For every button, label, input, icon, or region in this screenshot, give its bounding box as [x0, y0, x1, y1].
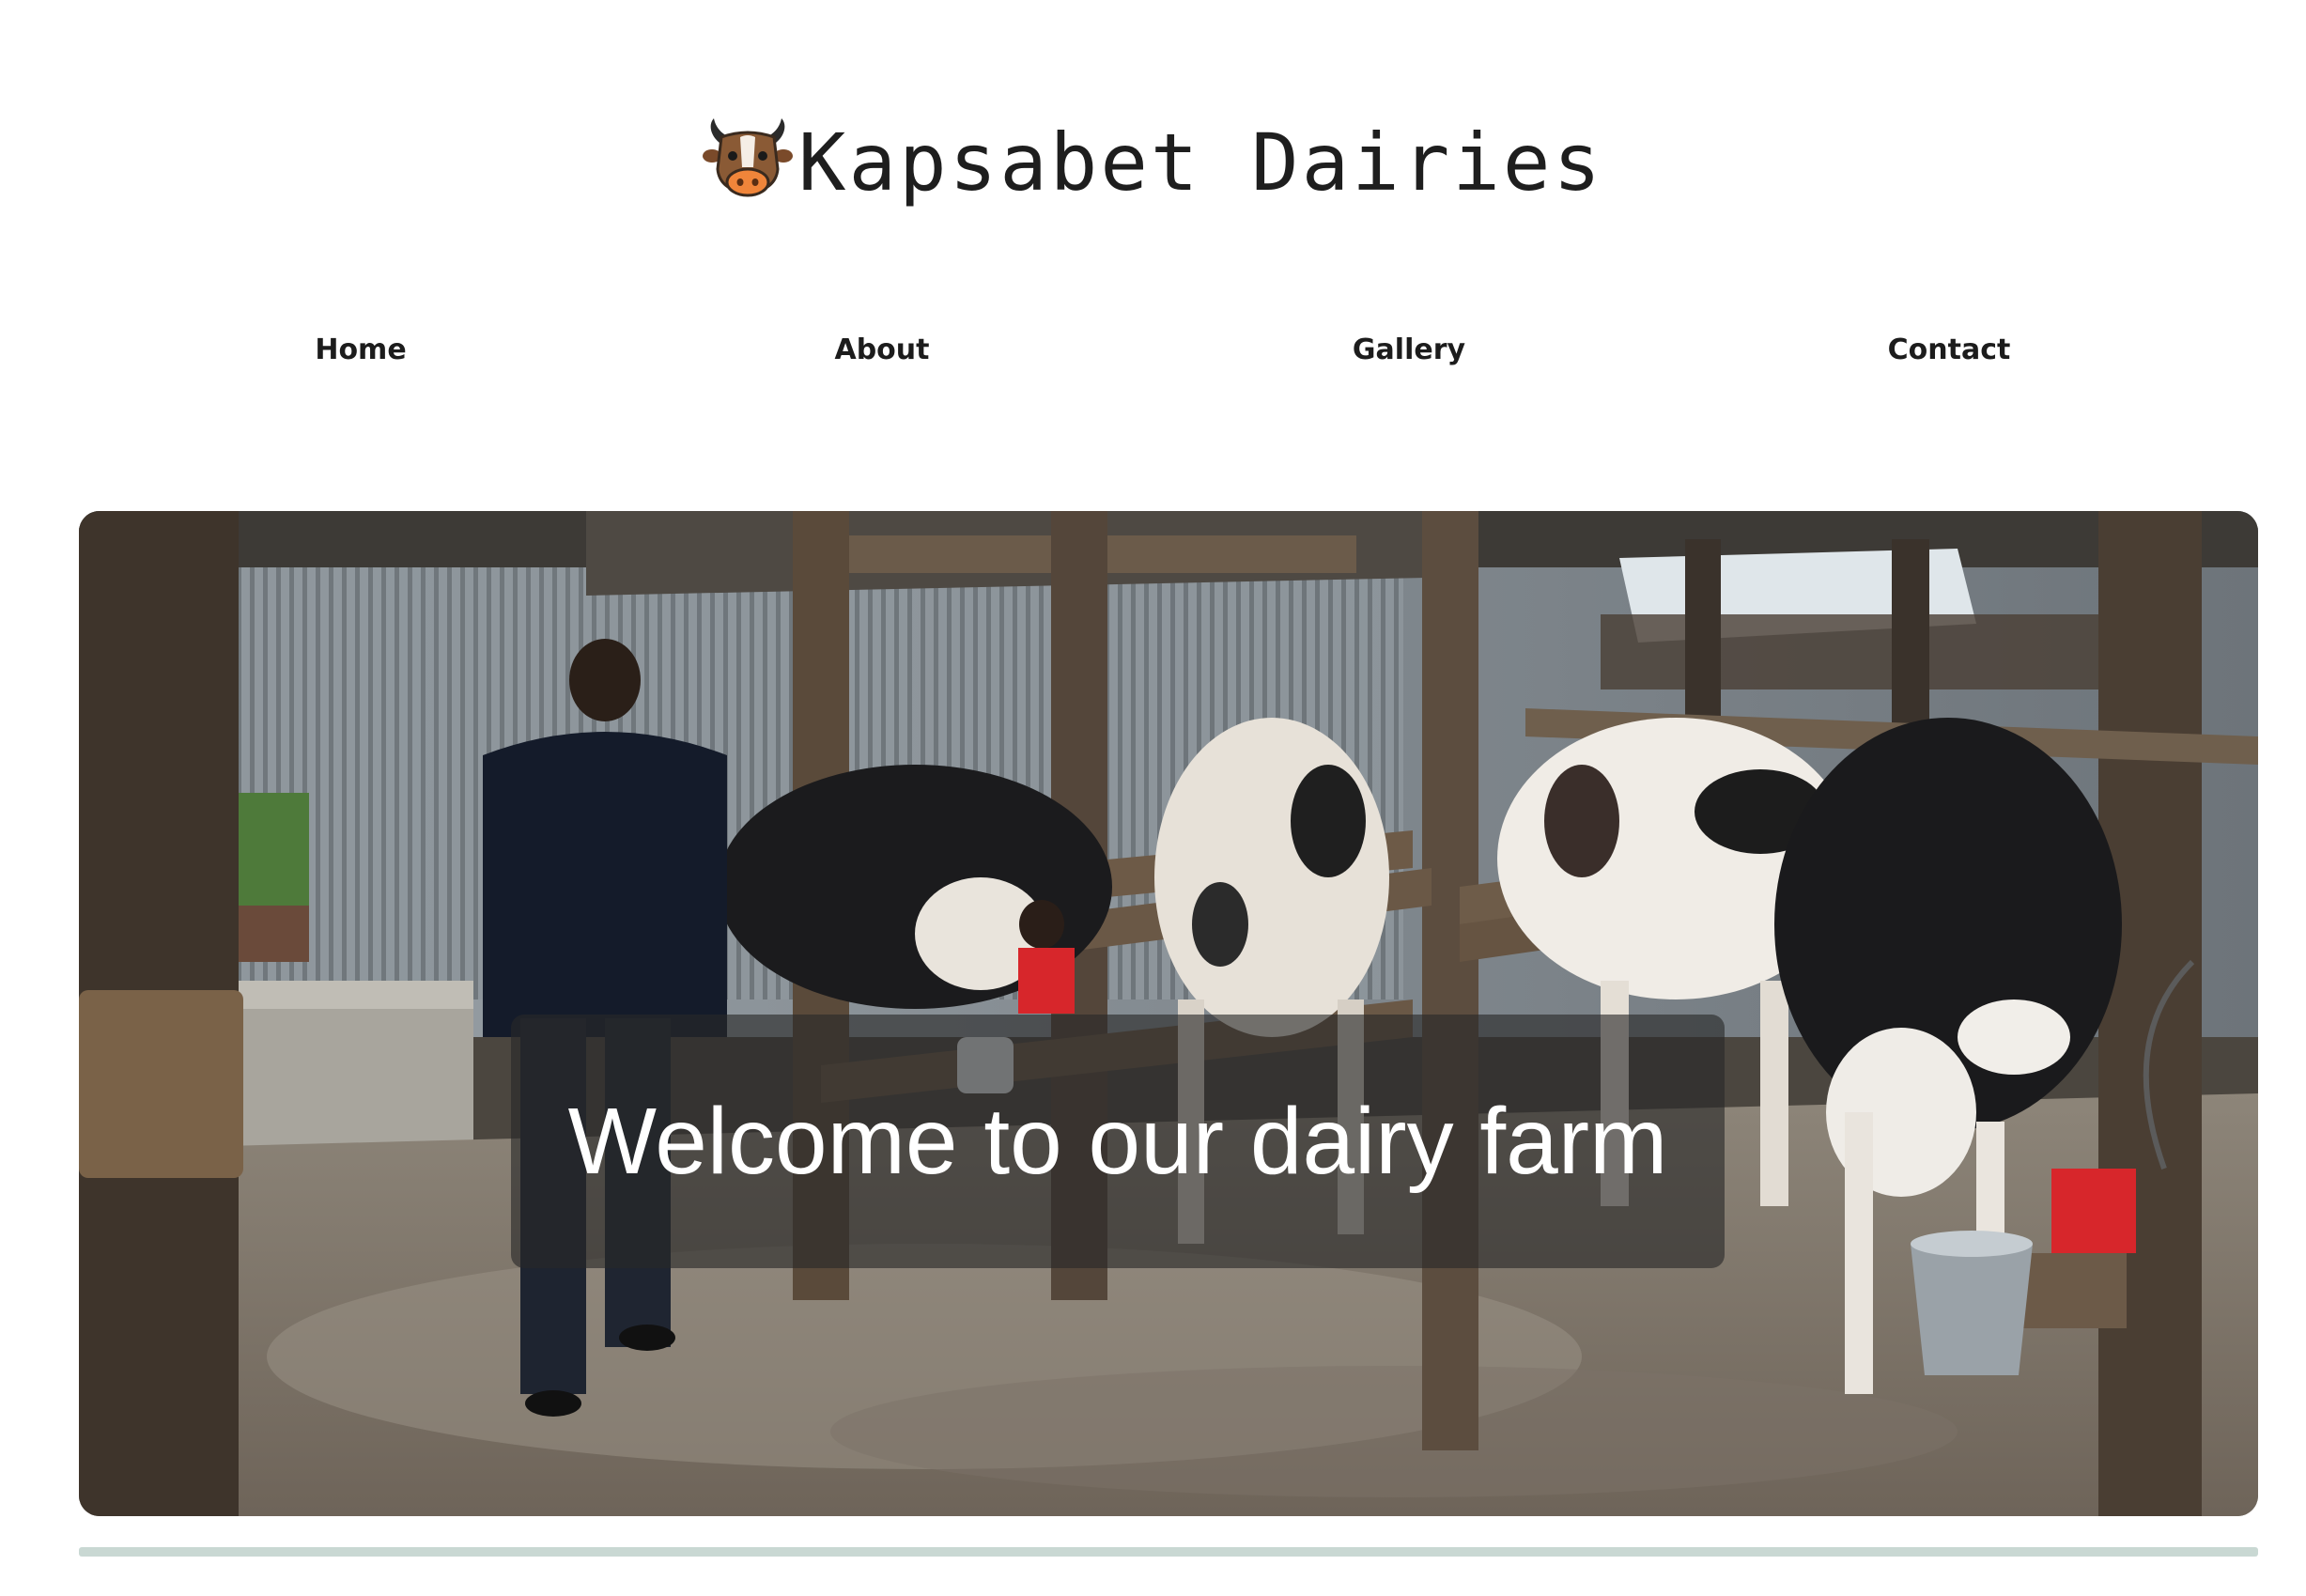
site-header: Kapsabet Dairies	[0, 103, 2306, 216]
section-divider	[79, 1547, 2258, 1557]
nav-link-about[interactable]: About	[819, 324, 944, 376]
main-nav: Home About Gallery Contact	[0, 324, 2306, 390]
site-title: Kapsabet Dairies	[797, 116, 1604, 209]
hero-banner: Welcome to our dairy farm	[79, 511, 2258, 1516]
hero-caption: Welcome to our dairy farm	[567, 1088, 1668, 1194]
nav-link-home[interactable]: Home	[300, 324, 421, 376]
nav-link-gallery[interactable]: Gallery	[1338, 324, 1480, 376]
hero-caption-box: Welcome to our dairy farm	[511, 1015, 1725, 1268]
cow-face-icon	[702, 118, 793, 197]
nav-link-contact[interactable]: Contact	[1873, 324, 2026, 376]
brand-link[interactable]: Kapsabet Dairies	[702, 115, 1604, 209]
hero-image	[79, 511, 2258, 1516]
